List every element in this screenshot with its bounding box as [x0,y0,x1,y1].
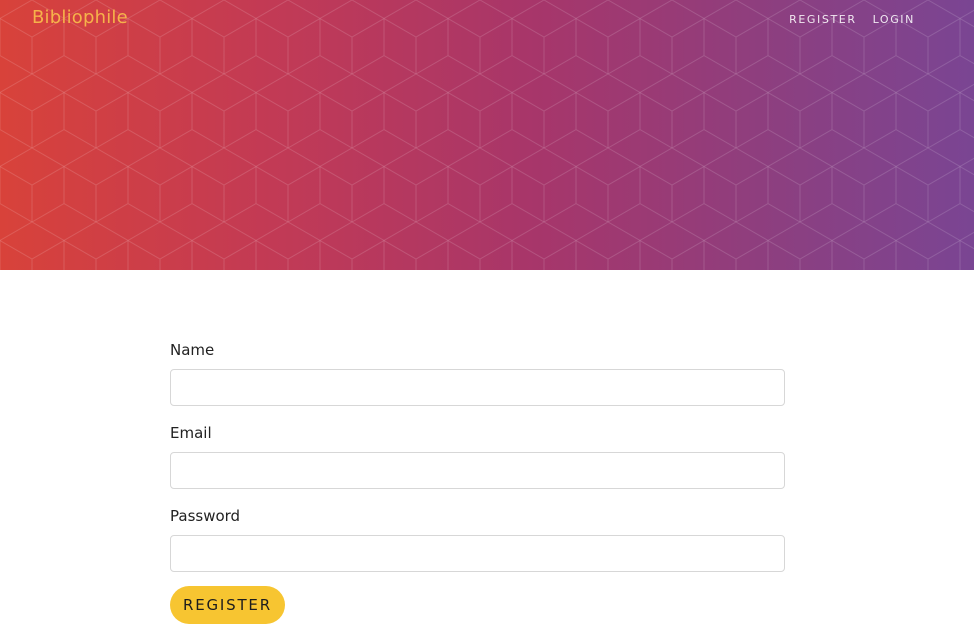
email-label: Email [170,424,212,442]
brand-logo[interactable]: Bibliophile [32,7,128,28]
name-label: Name [170,341,215,359]
nav-register-link[interactable]: REGISTER [789,13,856,26]
register-submit-button[interactable]: REGISTER [170,586,285,624]
register-form: Name Email Password [170,340,785,589]
password-label: Password [170,507,241,525]
password-field-group: Password [170,506,785,572]
nav-login-link[interactable]: LOGIN [873,13,915,26]
password-input[interactable] [170,535,785,572]
top-nav: REGISTER LOGIN [789,13,915,26]
name-field-group: Name [170,340,785,406]
email-input[interactable] [170,452,785,489]
hero-header: Bibliophile REGISTER LOGIN [0,0,974,270]
email-field-group: Email [170,423,785,489]
hexagon-pattern-background [0,0,974,270]
name-input[interactable] [170,369,785,406]
